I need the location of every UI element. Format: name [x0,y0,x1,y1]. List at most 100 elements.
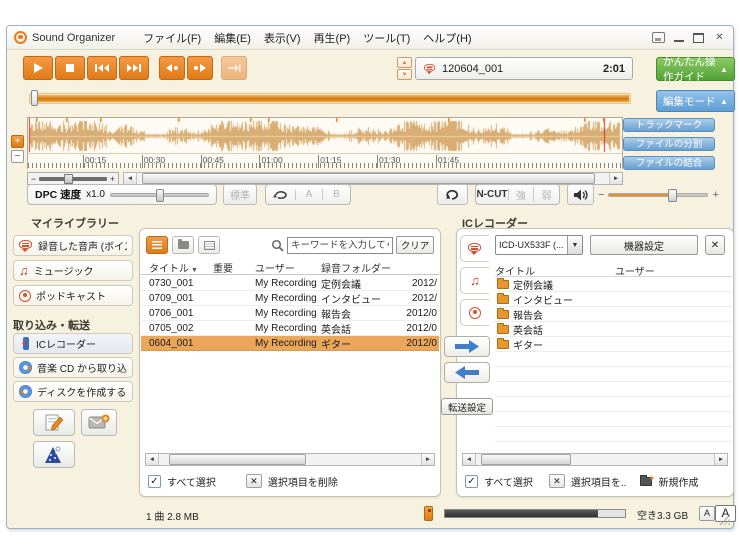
wave-zoom-out-button[interactable]: − [11,150,24,163]
scrollbar-thumb[interactable] [481,454,571,465]
dpc-speed-slider[interactable] [110,193,209,197]
submit-podcast-button[interactable] [33,441,75,468]
current-file-field[interactable]: 120604_001 2:01 [415,57,633,80]
waveform-display[interactable]: 00:15 00:30 00:45 01:00 01:15 01:30 01:4… [27,117,623,169]
zoom-slider-plus-icon[interactable]: + [110,174,115,184]
menu-file[interactable]: ファイル(F) [143,30,201,46]
volume-slider-thumb[interactable] [668,189,677,202]
scroll-left-icon[interactable]: ◄ [463,454,476,465]
transfer-to-device-button[interactable] [444,336,490,357]
list-view-button[interactable] [146,236,168,254]
menu-edit[interactable]: 編集(E) [214,30,251,46]
scroll-left-icon[interactable]: ◄ [146,454,159,465]
previous-button[interactable] [87,56,117,80]
column-user[interactable]: ユーザー [255,260,321,275]
delete-selected-label[interactable]: 選択項目を削除 [268,474,338,489]
table-row[interactable]: 0730_001 My Recording 定例会議 2012/ [141,276,439,291]
easy-guide-button[interactable]: かんたん操作ガイド ▲ [656,57,735,81]
transfer-to-library-button[interactable] [444,362,490,383]
minimize-icon[interactable] [674,34,684,42]
playback-position-bar[interactable] [29,93,631,104]
device-settings-button[interactable]: 機器設定 [590,235,698,255]
column-user[interactable]: ユーザー [615,263,731,278]
edit-file-button[interactable] [33,409,75,436]
device-tab-voice[interactable] [460,235,489,262]
detail-view-button[interactable] [198,236,220,254]
close-icon[interactable]: ✕ [713,32,726,43]
skip-forward-button[interactable] [187,56,213,80]
sidebar-item-cd-import[interactable]: 音楽 CD から取り込む [13,357,133,378]
table-row-selected[interactable]: 0604_001 My Recording ギター 2012/0 [141,336,439,351]
menu-view[interactable]: 表示(V) [264,30,301,46]
sidebar-item-music[interactable]: ♫ ミュージック [13,260,133,281]
device-list-scrollbar[interactable]: ◄ ► [462,453,728,466]
device-close-button[interactable]: ✕ [705,235,725,255]
scroll-right-icon[interactable]: ► [714,454,727,465]
menu-help[interactable]: ヘルプ(H) [423,30,471,46]
mute-button[interactable] [567,184,594,205]
file-split-button[interactable]: ファイルの分割 [623,137,715,151]
transfer-settings-button[interactable]: 転送設定 [441,398,493,415]
skip-back-button[interactable] [159,56,185,80]
scrollbar-thumb[interactable] [169,454,305,465]
dpc-slider-thumb[interactable] [156,189,164,202]
compact-mode-icon[interactable] [652,32,665,43]
menu-tools[interactable]: ツール(T) [363,30,410,46]
device-select-dropdown[interactable]: ICD-UX533F (... ▼ [495,235,583,255]
jump-to-mark-button[interactable] [221,56,247,80]
zoom-slider-thumb[interactable] [64,174,73,184]
select-all-checkbox[interactable]: ✓ [465,475,478,488]
column-important[interactable]: 重要 [213,260,255,275]
playback-position-handle[interactable] [31,90,38,106]
search-input[interactable] [287,237,393,254]
track-mark-button[interactable]: トラックマーク [623,118,715,132]
delete-selected-label[interactable]: 選択項目を.. [571,474,627,489]
zoom-slider-track[interactable] [39,177,106,181]
table-row[interactable]: 0705_002 My Recording 英会話 2012/0 [141,321,439,336]
spinner-down-icon[interactable]: ▼ [397,69,412,80]
new-folder-label[interactable]: 新規作成 [658,474,698,489]
noise-cut-strong-button[interactable]: 強 [509,187,534,202]
file-join-button[interactable]: ファイルの結合 [623,156,715,170]
device-tab-music[interactable]: ♫ [460,267,489,294]
stop-button[interactable] [55,56,85,80]
column-folder[interactable]: 録音フォルダー [321,260,397,275]
sidebar-item-voice[interactable]: 録音した音声 (ボイス) [13,235,133,256]
folder-view-button[interactable] [172,236,194,254]
scroll-right-icon[interactable]: ► [421,454,434,465]
folder-row[interactable]: 報告会 [495,307,731,322]
library-list-scrollbar[interactable]: ◄ ► [145,453,435,466]
chevron-down-icon[interactable]: ▼ [567,236,582,254]
spinner-up-icon[interactable]: ▲ [397,57,412,68]
scroll-left-icon[interactable]: ◄ [124,173,137,184]
scroll-right-icon[interactable]: ► [609,173,622,184]
folder-row[interactable]: 英会話 [495,322,731,337]
edit-mode-button[interactable]: 編集モード ▲ [656,90,735,112]
volume-slider[interactable] [608,193,708,197]
dpc-standard-button[interactable]: 標準 [223,184,257,205]
volume-minus-icon[interactable]: − [598,189,604,201]
delete-icon[interactable]: ✕ [549,474,565,488]
column-title[interactable]: タイトル [495,263,615,278]
sidebar-item-podcast[interactable]: ポッドキャスト [13,285,133,306]
search-clear-button[interactable]: クリア [396,236,434,254]
scrollbar-track[interactable] [137,173,609,184]
zoom-slider-minus-icon[interactable]: − [31,174,36,184]
maximize-icon[interactable] [693,33,704,43]
select-all-checkbox[interactable]: ✓ [148,475,161,488]
repeat-b-button[interactable]: B [323,189,350,200]
send-mail-button[interactable] [81,409,117,436]
new-folder-icon[interactable]: + [640,477,652,486]
table-row[interactable]: 0709_001 My Recording インタビュー 2012/ [141,291,439,306]
menu-play[interactable]: 再生(P) [314,30,351,46]
column-title[interactable]: タイトル▼ [149,260,213,275]
table-row[interactable]: 0706_001 My Recording 報告会 2012/0 [141,306,439,321]
next-button[interactable] [119,56,149,80]
folder-row[interactable]: ギター [495,337,731,352]
sidebar-item-create-disc[interactable]: ディスクを作成する [13,381,133,402]
scrollbar-thumb[interactable] [142,173,595,184]
volume-plus-icon[interactable]: + [712,189,718,201]
repeat-a-button[interactable]: A [296,189,323,200]
loop-playback-button[interactable] [266,190,296,200]
scrollbar-track[interactable] [159,454,421,465]
